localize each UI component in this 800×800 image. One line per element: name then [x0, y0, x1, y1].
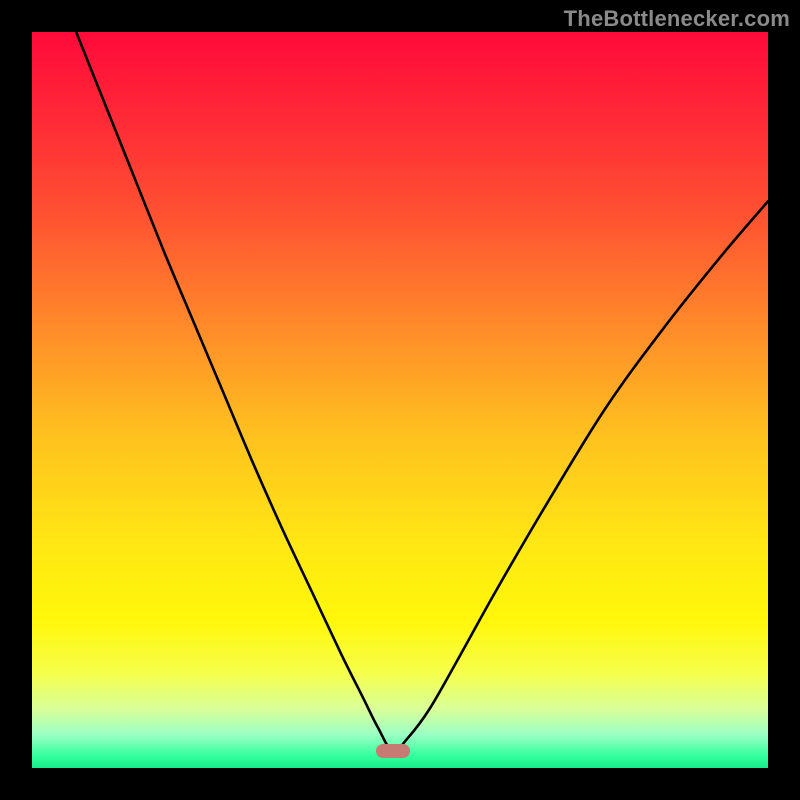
plot-area: [32, 32, 768, 768]
optimum-marker: [376, 744, 410, 758]
bottleneck-curve: [32, 32, 768, 768]
chart-frame: TheBottlenecker.com: [0, 0, 800, 800]
watermark-text: TheBottlenecker.com: [564, 6, 790, 32]
